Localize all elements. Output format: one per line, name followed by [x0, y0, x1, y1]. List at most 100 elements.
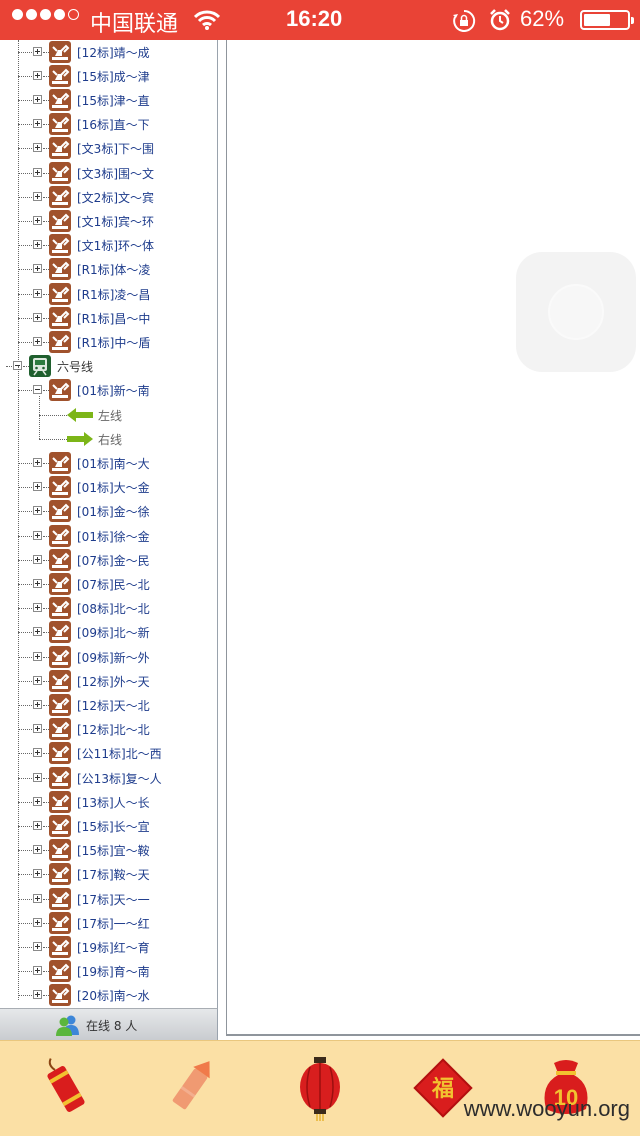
construction-site-icon [49, 645, 71, 668]
tree-expander[interactable] [33, 94, 42, 104]
firework-rocket-icon[interactable] [160, 1055, 220, 1124]
tree-expander[interactable] [33, 603, 42, 613]
wifi-icon [193, 9, 221, 36]
tree-node-label[interactable]: [R1标]中～盾 [77, 334, 150, 351]
tree-expander[interactable] [33, 845, 42, 855]
tree-expander[interactable] [33, 675, 42, 685]
assistive-touch-button[interactable] [516, 252, 636, 372]
tree-node-label[interactable]: [09标]北～新 [77, 624, 150, 641]
tree-node-label[interactable]: [R1标]体～凌 [77, 261, 150, 278]
construction-site-icon [49, 64, 71, 87]
tree-expander[interactable] [33, 772, 42, 782]
tree-node-label[interactable]: [20标]南～水 [77, 987, 150, 1004]
tree-expander[interactable] [33, 796, 42, 806]
tree-expander[interactable] [33, 312, 42, 322]
tree-expander[interactable] [33, 990, 42, 1000]
tree-node-label[interactable]: [09标]新～外 [77, 649, 150, 666]
construction-site-icon [49, 790, 71, 813]
tree-expander[interactable] [33, 554, 42, 564]
tree-expander[interactable] [33, 457, 42, 467]
tree-expander[interactable] [33, 215, 42, 225]
construction-site-icon [49, 161, 71, 184]
tree-expander[interactable] [33, 917, 42, 927]
tree-expander[interactable] [33, 578, 42, 588]
tree-expander[interactable] [33, 869, 42, 879]
construction-site-icon [49, 88, 71, 111]
tree-expander[interactable] [33, 482, 42, 492]
tree-expander[interactable] [33, 240, 42, 250]
tree-expander[interactable] [33, 941, 42, 951]
tree-expander[interactable] [33, 167, 42, 177]
tree-node-label[interactable]: [08标]北～北 [77, 600, 150, 617]
battery-icon [580, 10, 634, 30]
tree-expander[interactable] [33, 191, 42, 201]
construction-site-icon [49, 500, 71, 523]
tree-expander[interactable] [33, 264, 42, 274]
tree-node-label[interactable]: [文2标]文～宾 [77, 189, 154, 206]
tree-expander[interactable] [33, 46, 42, 56]
tree-expander[interactable] [33, 724, 42, 734]
tree-expander[interactable] [33, 70, 42, 80]
metro-train-icon [29, 355, 51, 378]
tree-node-label[interactable]: [01标]大～金 [77, 479, 150, 496]
tree-node-label[interactable]: [16标]直～下 [77, 116, 150, 133]
tree-node-label[interactable]: [公11标]北～西 [77, 745, 162, 762]
tree-node-label[interactable]: [07标]金～民 [77, 552, 150, 569]
tree-node-label[interactable]: [R1标]昌～中 [77, 310, 150, 327]
tree-expander[interactable] [33, 143, 42, 153]
tree-node-label[interactable]: [01标]南～大 [77, 455, 150, 472]
online-users-icon [56, 1014, 80, 1041]
tree-node-label[interactable]: [17标]一～红 [77, 915, 150, 932]
tree-node-label[interactable]: [19标]育～南 [77, 963, 150, 980]
content-area[interactable] [226, 40, 640, 1036]
tree-node-label[interactable]: [12标]北～北 [77, 721, 150, 738]
tree-node-label[interactable]: [12标]天～北 [77, 697, 150, 714]
tree-expander[interactable] [33, 627, 42, 637]
rotation-lock-icon [452, 9, 476, 38]
online-count: 在线 8 人 [86, 1019, 138, 1033]
tree-expander[interactable] [33, 119, 42, 129]
tree-node-label[interactable]: [文3标]下～围 [77, 140, 154, 157]
tree-expander[interactable] [33, 820, 42, 830]
red-lantern-icon[interactable] [290, 1055, 350, 1126]
tree-node-label[interactable]: [17标]天～一 [77, 891, 150, 908]
tree-expander[interactable] [33, 699, 42, 709]
tree-node-label[interactable]: [01标]金～徐 [77, 503, 150, 520]
tree-expander[interactable] [33, 288, 42, 298]
tree-expander[interactable] [33, 893, 42, 903]
firecracker-icon[interactable] [36, 1055, 96, 1124]
tree-node-label[interactable]: [文1标]宾～环 [77, 213, 154, 230]
tree-line-label[interactable]: 六号线 [57, 358, 93, 375]
carrier-name: 中国联通 [90, 12, 179, 37]
tree-node-label[interactable]: [17标]鞍～天 [77, 866, 150, 883]
tree-node-label[interactable]: [13标]人～长 [77, 794, 150, 811]
construction-site-icon [49, 863, 71, 886]
construction-site-icon [49, 234, 71, 257]
construction-site-icon [49, 669, 71, 692]
tree-expander[interactable] [33, 385, 42, 395]
tree-node-label[interactable]: [文3标]围～文 [77, 165, 154, 182]
tree-expander[interactable] [33, 530, 42, 540]
tree-direction-label[interactable]: 右线 [98, 431, 122, 448]
tree-node-label[interactable]: [文1标]环～体 [77, 237, 154, 254]
tree-node-label[interactable]: [公13标]复～人 [77, 770, 162, 787]
tree-node-label[interactable]: [15标]宜～鞍 [77, 842, 150, 859]
tree-node-label[interactable]: [01标]新～南 [77, 382, 150, 399]
tree-node-label[interactable]: [12标]外～天 [77, 673, 150, 690]
tree-expander[interactable] [33, 748, 42, 758]
tree-node-label[interactable]: [01标]徐～金 [77, 528, 150, 545]
construction-site-icon [49, 621, 71, 644]
tree-node-label[interactable]: [15标]长～宜 [77, 818, 150, 835]
tree-expander[interactable] [33, 506, 42, 516]
tree-expander[interactable] [33, 651, 42, 661]
tree-panel[interactable]: [12标]靖～成 [15标]成～津 [15标]津～直 [16标]直～下 [文3标]下～围… [0, 40, 218, 1008]
tree-node-label[interactable]: [15标]津～直 [77, 92, 150, 109]
tree-node-label[interactable]: [07标]民～北 [77, 576, 150, 593]
tree-expander[interactable] [33, 336, 42, 346]
tree-node-label[interactable]: [19标]红～育 [77, 939, 150, 956]
tree-expander[interactable] [33, 966, 42, 976]
tree-node-label[interactable]: [12标]靖～成 [77, 44, 150, 61]
tree-node-label[interactable]: [R1标]凌～昌 [77, 286, 150, 303]
tree-direction-label[interactable]: 左线 [98, 407, 122, 424]
tree-node-label[interactable]: [15标]成～津 [77, 68, 150, 85]
